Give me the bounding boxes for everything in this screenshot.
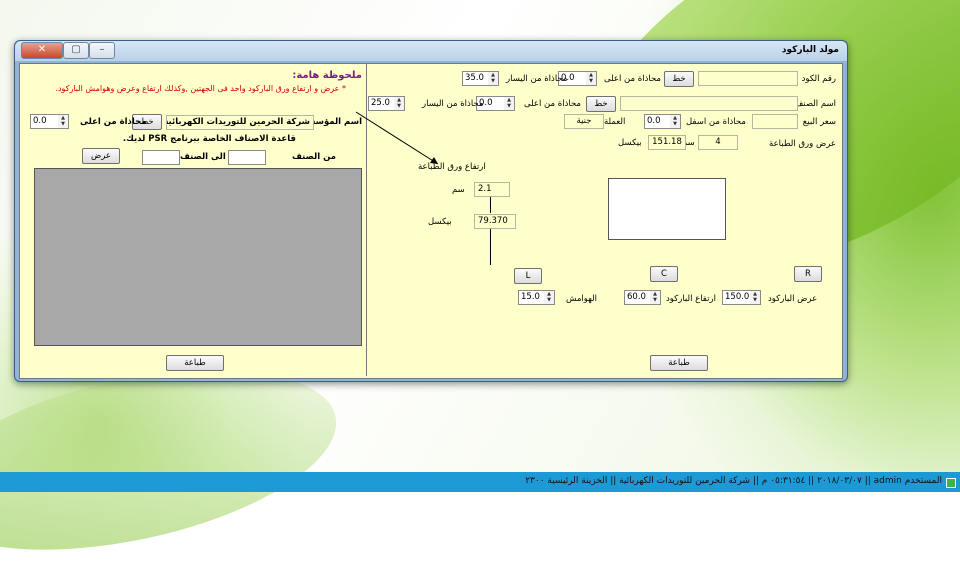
window-client: ملحوظة هامة: * عرض و ارتفاع ورق الباركود… <box>19 63 843 379</box>
title-bar[interactable]: ✕ ▢ – مولد الباركود <box>15 41 847 61</box>
window-title: مولد الباركود <box>781 45 839 55</box>
taskbar: المستخدم admin || ٢٠١٨/٠٣/٠٧ || ٠٥:٣١:٥٤… <box>0 472 960 492</box>
close-button[interactable]: ✕ <box>21 42 63 59</box>
barcode-generator-window: ✕ ▢ – مولد الباركود ملحوظة هامة: * عرض و… <box>14 40 848 382</box>
taskbar-status-text: المستخدم admin || ٢٠١٨/٠٣/٠٧ || ٠٥:٣١:٥٤… <box>525 476 942 486</box>
app-status-icon <box>946 478 956 488</box>
minimize-button[interactable]: – <box>89 42 115 59</box>
note-arrow <box>355 111 439 165</box>
maximize-button[interactable]: ▢ <box>63 42 89 59</box>
